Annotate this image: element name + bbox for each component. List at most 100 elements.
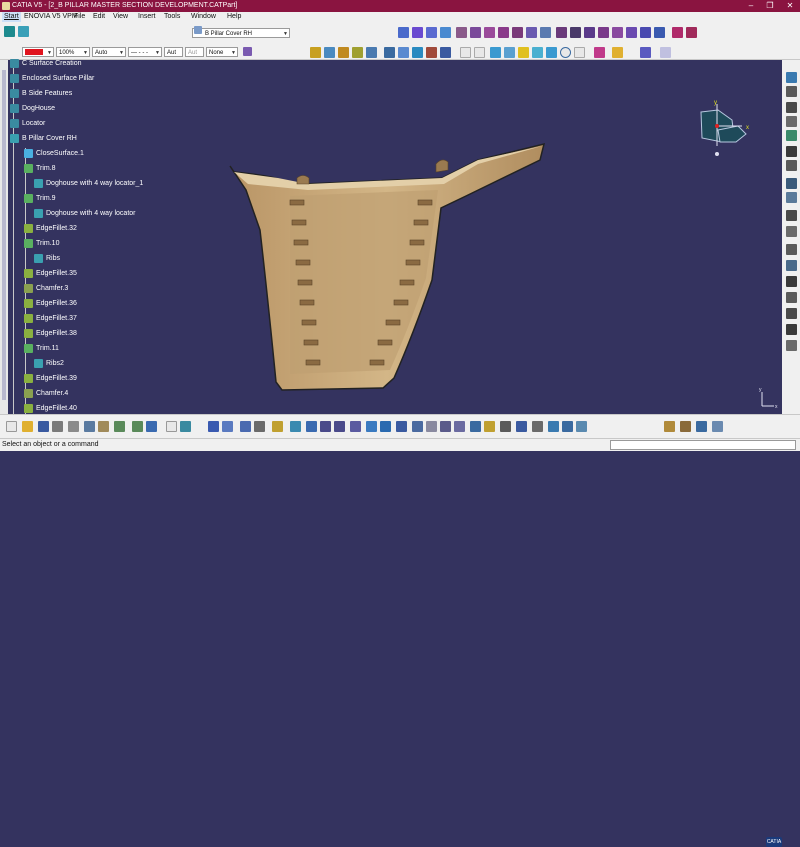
- measure-icon[interactable]: [672, 27, 683, 38]
- circle-icon[interactable]: [490, 47, 501, 58]
- variable-fillet-icon[interactable]: [786, 308, 797, 319]
- split-icon[interactable]: [470, 27, 481, 38]
- catia-app-icon[interactable]: [2, 2, 10, 10]
- rib-icon[interactable]: [570, 27, 581, 38]
- sketch-profile-icon[interactable]: [612, 47, 623, 58]
- normal-view-icon[interactable]: [350, 421, 361, 432]
- boundary-icon[interactable]: [786, 226, 797, 237]
- extract-tool-icon[interactable]: [786, 244, 797, 255]
- cut-icon[interactable]: [68, 421, 79, 432]
- menu-view[interactable]: View: [111, 12, 130, 22]
- measure-item-icon[interactable]: [548, 421, 559, 432]
- undo-icon[interactable]: [114, 421, 125, 432]
- stiffener-icon[interactable]: [598, 27, 609, 38]
- close-button[interactable]: ✕: [780, 0, 800, 12]
- sphere-icon[interactable]: [412, 47, 423, 58]
- extrapolate-icon[interactable]: [786, 86, 797, 97]
- sketcher-icon[interactable]: [4, 26, 15, 37]
- shape-fillet-icon[interactable]: [786, 276, 797, 287]
- fillet-tool-icon[interactable]: [640, 27, 651, 38]
- menu-edit[interactable]: Edit: [91, 12, 107, 22]
- point-tool-icon[interactable]: [460, 47, 471, 58]
- minimize-button[interactable]: –: [741, 0, 761, 12]
- menu-help[interactable]: Help: [225, 12, 243, 22]
- fly-mode-icon[interactable]: [272, 421, 283, 432]
- point-icon[interactable]: [310, 47, 321, 58]
- whats-this-icon[interactable]: [146, 421, 157, 432]
- b-pillar-part[interactable]: [8, 60, 782, 414]
- line-type-combo[interactable]: Auto ▼: [92, 47, 126, 57]
- sweep-icon[interactable]: [440, 47, 451, 58]
- extract-icon[interactable]: [660, 47, 671, 58]
- zoom-out-icon[interactable]: [334, 421, 345, 432]
- new-file-icon[interactable]: [6, 421, 17, 432]
- rotate-icon[interactable]: [786, 146, 797, 157]
- shading-edges-icon[interactable]: [412, 421, 423, 432]
- sew-surface-icon[interactable]: [512, 27, 523, 38]
- translate-icon[interactable]: [786, 130, 797, 141]
- line-weight-combo[interactable]: Aut: [164, 47, 183, 57]
- layer-filter-icon[interactable]: [500, 421, 511, 432]
- join-icon[interactable]: [786, 102, 797, 113]
- hide-icon[interactable]: [470, 421, 481, 432]
- material-icon[interactable]: [562, 421, 573, 432]
- color-combo[interactable]: ▼: [22, 47, 54, 57]
- plane-ref-icon[interactable]: [338, 47, 349, 58]
- menu-insert[interactable]: Insert: [136, 12, 158, 22]
- hide-show-icon[interactable]: [208, 421, 219, 432]
- projection-icon[interactable]: [352, 47, 363, 58]
- pocket-icon[interactable]: [412, 27, 423, 38]
- sketch-icon[interactable]: [786, 72, 797, 83]
- wireframe-icon[interactable]: [426, 421, 437, 432]
- thick-surface-icon[interactable]: [484, 27, 495, 38]
- fit-all-icon[interactable]: [240, 421, 251, 432]
- hidden-edges-icon[interactable]: [440, 421, 451, 432]
- plane-icon[interactable]: [456, 27, 467, 38]
- zoom-in-icon[interactable]: [320, 421, 331, 432]
- healing-icon[interactable]: [786, 116, 797, 127]
- edge-fillet-tool-icon[interactable]: [786, 292, 797, 303]
- iso-view-icon[interactable]: [380, 421, 391, 432]
- annotation-icon[interactable]: [696, 421, 707, 432]
- pan-view-icon[interactable]: [306, 421, 317, 432]
- multi-view-icon[interactable]: [366, 421, 377, 432]
- conic-icon[interactable]: [546, 47, 557, 58]
- chamfer-tool-icon[interactable]: [654, 27, 665, 38]
- layer-combo[interactable]: None ▼: [206, 47, 238, 57]
- tools-options-icon[interactable]: [712, 421, 723, 432]
- open-folder-icon[interactable]: [22, 421, 33, 432]
- transparency-combo[interactable]: 100% ▼: [56, 47, 90, 57]
- redo-icon[interactable]: [132, 421, 143, 432]
- snap-icon[interactable]: [594, 47, 605, 58]
- corner-icon[interactable]: [518, 47, 529, 58]
- print-icon[interactable]: [52, 421, 63, 432]
- loft-icon[interactable]: [612, 27, 623, 38]
- menu-window[interactable]: Window: [189, 12, 218, 22]
- formula-icon[interactable]: [166, 421, 177, 432]
- line-style-combo[interactable]: — - - - ▼: [128, 47, 162, 57]
- axis-to-axis-icon[interactable]: [786, 210, 797, 221]
- analysis-icon[interactable]: [640, 47, 651, 58]
- polyline-icon[interactable]: [474, 47, 485, 58]
- paste-icon[interactable]: [98, 421, 109, 432]
- revolve-icon[interactable]: [398, 47, 409, 58]
- thickness-icon[interactable]: [526, 27, 537, 38]
- line-icon[interactable]: [324, 47, 335, 58]
- shading-icon[interactable]: [396, 421, 407, 432]
- tritangent-fillet-icon[interactable]: [786, 340, 797, 351]
- menu-file[interactable]: File: [72, 12, 87, 22]
- close-surface-tool-icon[interactable]: [498, 27, 509, 38]
- workbench-icon[interactable]: [18, 26, 29, 37]
- tree-scrollbar[interactable]: [2, 70, 6, 400]
- connect-curve-icon[interactable]: [532, 47, 543, 58]
- copy-icon[interactable]: [84, 421, 95, 432]
- remove-loft-icon[interactable]: [626, 27, 637, 38]
- menu-tools[interactable]: Tools: [162, 12, 182, 22]
- symmetry-icon[interactable]: [786, 160, 797, 171]
- apply-material-icon[interactable]: [686, 27, 697, 38]
- offset-icon[interactable]: [426, 47, 437, 58]
- point-type-combo[interactable]: Aut: [185, 47, 204, 57]
- slot-icon[interactable]: [584, 27, 595, 38]
- hole-icon[interactable]: [556, 27, 567, 38]
- photo-studio-icon[interactable]: [664, 421, 675, 432]
